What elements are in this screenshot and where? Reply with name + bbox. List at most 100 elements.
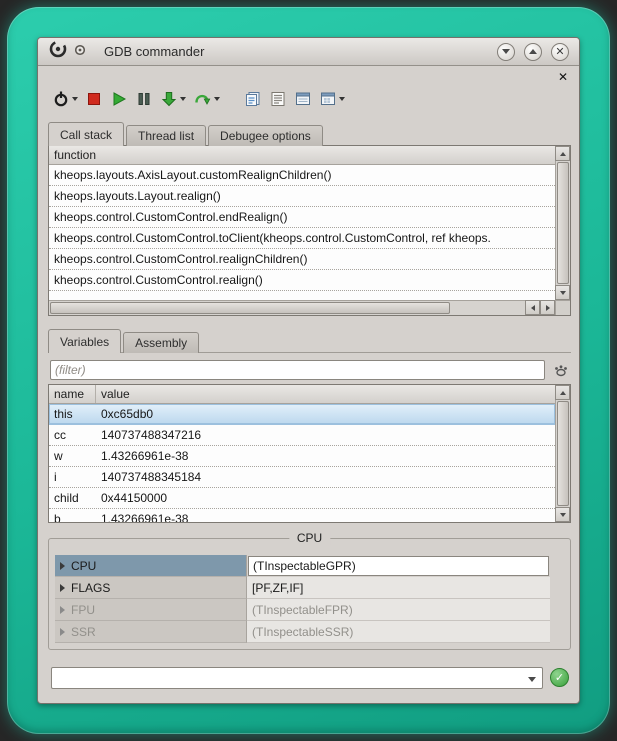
command-input[interactable] [55, 669, 522, 687]
cpu-row[interactable]: FLAGS [PF,ZF,IF] [55, 577, 550, 599]
output-list-button[interactable] [267, 88, 289, 110]
register-group-value[interactable]: [PF,ZF,IF] [247, 577, 550, 599]
callstack-panel: function kheops.layouts.AxisLayout.custo… [48, 145, 571, 316]
register-group-value[interactable]: (TInspectableSSR) [247, 621, 550, 643]
cpu-row[interactable]: CPU (TInspectableGPR) [55, 555, 550, 577]
scroll-down-button[interactable] [555, 507, 570, 522]
variables-row[interactable]: b 1.43266961e-38 [49, 509, 555, 522]
callstack-row[interactable]: kheops.layouts.AxisLayout.customRealignC… [49, 165, 555, 186]
step-into-icon [160, 90, 178, 108]
combo-dropdown-icon[interactable] [528, 677, 536, 682]
scroll-left-button[interactable] [525, 300, 540, 315]
chevron-down-icon [502, 49, 510, 54]
memory-window-button[interactable] [317, 88, 347, 110]
register-group-value[interactable]: (TInspectableFPR) [247, 599, 550, 621]
register-group-name[interactable]: SSR [55, 621, 247, 643]
scrollbar-thumb[interactable] [557, 162, 569, 284]
value-column-header[interactable]: value [96, 385, 130, 403]
callstack-row[interactable]: kheops.layouts.Layout.realign() [49, 186, 555, 207]
titlebar[interactable]: GDB commander ✕ [38, 38, 579, 66]
variables-row[interactable]: w 1.43266961e-38 [49, 446, 555, 467]
dropdown-chevron-icon[interactable] [339, 97, 345, 101]
close-button[interactable]: ✕ [551, 43, 569, 61]
app-icon [48, 39, 68, 64]
cpu-register-grid: CPU (TInspectableGPR) FLAGS [PF,ZF,IF] F… [55, 555, 550, 643]
triangle-up-icon [560, 152, 566, 156]
step-into-button[interactable] [158, 88, 188, 110]
power-button[interactable] [50, 88, 80, 110]
register-group-label: FLAGS [71, 581, 110, 595]
register-group-name[interactable]: FPU [55, 599, 247, 621]
step-over-icon [193, 90, 212, 108]
expander-icon[interactable] [60, 562, 65, 570]
dock-close-button[interactable]: ✕ [558, 71, 568, 83]
variable-value: 1.43266961e-38 [96, 446, 555, 466]
window-frame: GDB commander ✕ ✕ [7, 7, 610, 734]
variables-row[interactable]: cc 140737488347216 [49, 425, 555, 446]
scroll-down-button[interactable] [555, 285, 570, 300]
register-group-name[interactable]: FLAGS [55, 577, 247, 599]
maximize-button[interactable] [524, 43, 542, 61]
watch-window-button[interactable] [292, 88, 314, 110]
tab-thread-list[interactable]: Thread list [126, 125, 206, 146]
variable-value: 0xc65db0 [96, 404, 555, 424]
triangle-left-icon [531, 305, 535, 311]
callstack-row[interactable]: kheops.control.CustomControl.realign() [49, 270, 555, 291]
callstack-row[interactable]: kheops.control.CustomControl.endRealign(… [49, 207, 555, 228]
tab-assembly[interactable]: Assembly [123, 332, 199, 353]
output-list-icon [269, 90, 287, 108]
variables-row[interactable]: this 0xc65db0 [49, 404, 555, 425]
step-over-button[interactable] [191, 88, 222, 110]
variables-row[interactable]: child 0x44150000 [49, 488, 555, 509]
minimize-button[interactable] [497, 43, 515, 61]
scrollbar-thumb[interactable] [557, 401, 569, 506]
check-icon: ✓ [555, 671, 564, 684]
stop-icon [85, 90, 103, 108]
scroll-up-button[interactable] [555, 385, 570, 400]
dropdown-chevron-icon[interactable] [214, 97, 220, 101]
gdb-commander-window: GDB commander ✕ ✕ [37, 37, 580, 704]
inspector-tabbar: Variables Assembly [48, 329, 199, 353]
register-group-label: SSR [71, 625, 96, 639]
command-combobox[interactable] [51, 667, 543, 689]
dropdown-chevron-icon[interactable] [180, 97, 186, 101]
tab-call-stack[interactable]: Call stack [48, 122, 124, 146]
run-button[interactable] [108, 88, 130, 110]
variables-panel: name value this 0xc65db0 cc 140737488347… [48, 384, 571, 523]
variables-rows: this 0xc65db0 cc 140737488347216 w 1.432… [49, 404, 555, 522]
scroll-up-button[interactable] [555, 146, 570, 161]
callstack-vertical-scrollbar[interactable] [555, 146, 570, 300]
variables-vertical-scrollbar[interactable] [555, 385, 570, 522]
expander-icon[interactable] [60, 606, 65, 614]
expander-icon[interactable] [60, 584, 65, 592]
memory-window-icon [319, 90, 337, 108]
callstack-rows: kheops.layouts.AxisLayout.customRealignC… [49, 165, 555, 300]
filter-paw-button[interactable] [551, 360, 571, 380]
tab-debugee-options[interactable]: Debugee options [208, 125, 323, 146]
variables-row[interactable]: i 140737488345184 [49, 467, 555, 488]
watch-window-icon [294, 90, 312, 108]
callstack-horizontal-scrollbar[interactable] [49, 300, 555, 315]
tab-variables[interactable]: Variables [48, 329, 121, 353]
expander-icon[interactable] [60, 628, 65, 636]
scroll-right-button[interactable] [540, 300, 555, 315]
register-group-value[interactable]: (TInspectableGPR) [248, 556, 549, 576]
scrollbar-thumb[interactable] [50, 302, 450, 314]
callstack-row[interactable]: kheops.control.CustomControl.toClient(kh… [49, 228, 555, 249]
power-icon [52, 90, 70, 108]
pause-button[interactable] [133, 88, 155, 110]
callstack-row[interactable]: kheops.control.CustomControl.realignChil… [49, 249, 555, 270]
filter-input[interactable] [50, 360, 545, 380]
triangle-down-icon [560, 513, 566, 517]
editor-button[interactable] [242, 88, 264, 110]
name-column-header[interactable]: name [49, 385, 96, 403]
chevron-up-icon [529, 49, 537, 54]
dropdown-chevron-icon[interactable] [72, 97, 78, 101]
stop-button[interactable] [83, 88, 105, 110]
function-column-header[interactable]: function [49, 146, 96, 164]
debug-toolbar [50, 84, 347, 114]
commit-button[interactable]: ✓ [550, 668, 569, 687]
cpu-row[interactable]: SSR (TInspectableSSR) [55, 621, 550, 643]
cpu-row[interactable]: FPU (TInspectableFPR) [55, 599, 550, 621]
register-group-name[interactable]: CPU [55, 555, 247, 577]
